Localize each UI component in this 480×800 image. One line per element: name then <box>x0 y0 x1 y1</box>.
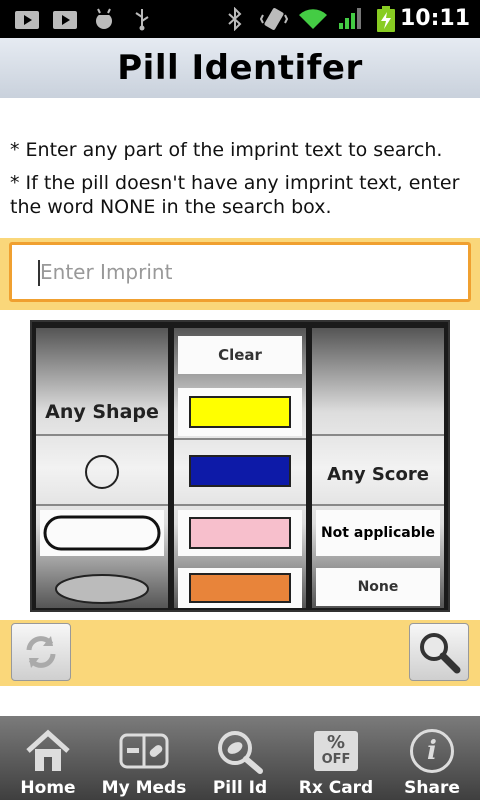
shape-option-oval[interactable] <box>40 568 164 608</box>
attribute-picker: Any Shape Clear Any Score Not applicable… <box>30 320 450 612</box>
color-option-orange[interactable] <box>178 568 302 608</box>
search-button[interactable] <box>409 623 469 681</box>
search-band <box>0 238 480 310</box>
color-option-blue[interactable] <box>178 446 302 496</box>
wifi-icon <box>298 7 328 31</box>
pink-swatch <box>189 517 291 549</box>
status-time: 10:11 <box>399 6 470 31</box>
text-cursor <box>38 260 40 286</box>
imprint-search-input[interactable] <box>9 242 471 302</box>
nav-my-meds-label: My Meds <box>101 778 187 798</box>
bottom-nav: Home My Meds Pill Id % OFF Rx Card i Sha… <box>0 716 480 800</box>
info-icon: i <box>410 728 454 774</box>
shape-option-round[interactable] <box>40 440 164 504</box>
nav-pill-id[interactable]: Pill Id <box>192 716 288 800</box>
shape-option-capsule[interactable] <box>40 510 164 556</box>
score-wheel[interactable]: Any Score Not applicable None <box>312 328 444 608</box>
nav-my-meds[interactable]: My Meds <box>96 716 192 800</box>
nav-rx-card-label: Rx Card <box>298 778 374 798</box>
oval-shape-icon <box>55 574 149 604</box>
battery-charging-icon <box>376 6 396 32</box>
wheel-divider <box>312 434 444 436</box>
nav-home[interactable]: Home <box>0 716 96 800</box>
capsule-shape-icon <box>43 515 161 551</box>
discount-card-icon: % OFF <box>314 728 358 774</box>
share-icon-text: i <box>427 736 437 766</box>
magnifier-icon <box>420 633 461 674</box>
rx-card-icon-text: % <box>326 732 346 753</box>
instruction-line: * Enter any part of the imprint text to … <box>10 139 443 161</box>
score-option-any[interactable]: Any Score <box>316 452 440 496</box>
yellow-swatch <box>189 396 291 428</box>
blue-swatch <box>189 455 291 487</box>
shape-wheel[interactable]: Any Shape <box>36 328 168 608</box>
vibrate-icon <box>260 7 288 31</box>
pill-box-icon <box>119 728 169 774</box>
shape-selected-label: Any Shape <box>45 401 159 423</box>
shape-option-any[interactable]: Any Shape <box>40 390 164 434</box>
status-bar: 10:11 <box>0 0 480 38</box>
wheel-divider <box>312 504 444 506</box>
page-title: Pill Identifer <box>117 48 363 88</box>
usb-icon <box>132 7 152 31</box>
round-shape-icon <box>85 455 119 489</box>
reset-button[interactable] <box>11 623 71 681</box>
wheel-divider <box>174 504 306 506</box>
clear-color-label: Clear <box>218 346 262 364</box>
color-option-pink[interactable] <box>178 510 302 556</box>
refresh-icon <box>26 636 56 668</box>
orange-swatch <box>189 573 291 603</box>
color-wheel[interactable]: Clear <box>174 328 306 608</box>
nav-share[interactable]: i Share <box>384 716 480 800</box>
pill-magnifier-icon <box>215 728 265 774</box>
nav-share-label: Share <box>404 778 460 798</box>
bluetooth-icon <box>226 7 244 31</box>
nav-rx-card[interactable]: % OFF Rx Card <box>288 716 384 800</box>
rx-card-icon-sub: OFF <box>321 752 351 767</box>
play-store-icon <box>52 7 78 31</box>
color-option-yellow[interactable] <box>178 388 302 436</box>
score-option-not-applicable[interactable]: Not applicable <box>316 510 440 556</box>
score-selected-label: Any Score <box>327 463 429 485</box>
score-option-none[interactable]: None <box>316 568 440 606</box>
wheel-divider <box>36 504 168 506</box>
color-option-clear[interactable]: Clear <box>178 336 302 374</box>
instructions: * Enter any part of the imprint text to … <box>10 138 470 228</box>
wheel-divider <box>36 434 168 436</box>
none-label: None <box>357 579 399 595</box>
action-band <box>0 620 480 686</box>
home-icon <box>24 728 72 774</box>
android-debug-icon <box>92 7 116 31</box>
instruction-line: * If the pill doesn't have any imprint t… <box>10 172 460 218</box>
nav-home-label: Home <box>20 778 76 798</box>
wheel-divider <box>174 438 306 440</box>
signal-icon <box>338 7 364 31</box>
play-store-icon <box>14 7 40 31</box>
nav-pill-id-label: Pill Id <box>212 778 268 798</box>
not-applicable-label: Not applicable <box>320 525 436 541</box>
title-bar: Pill Identifer <box>0 38 480 98</box>
